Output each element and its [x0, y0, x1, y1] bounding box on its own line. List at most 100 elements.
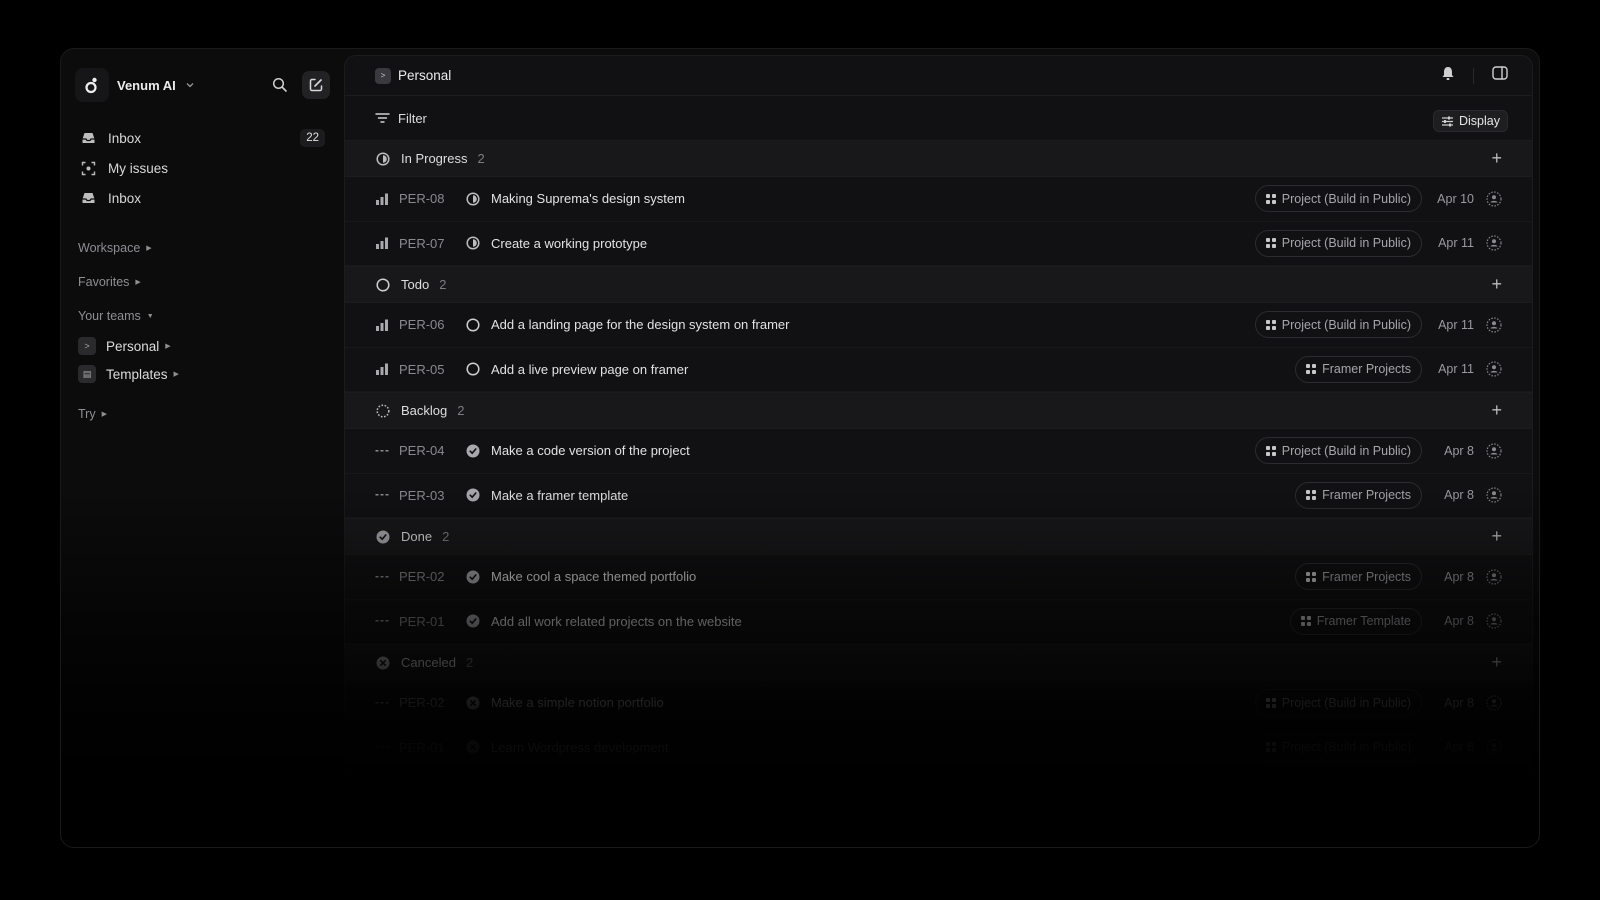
project-chip[interactable]: Project (Build in Public) — [1254, 733, 1422, 761]
project-grid-icon — [1265, 238, 1276, 249]
priority-bars-icon[interactable] — [375, 318, 391, 332]
todo-circle-icon[interactable] — [465, 361, 481, 377]
sidebar-item-inbox[interactable]: Inbox 22 — [75, 123, 330, 153]
check-circle-icon[interactable] — [465, 613, 481, 629]
group-header-done: Done 2 + — [345, 518, 1532, 555]
add-issue-button[interactable]: + — [1491, 652, 1502, 673]
check-circle-icon[interactable] — [465, 443, 481, 459]
issue-meta: Project (Build in Public) Apr 8 — [1254, 437, 1502, 465]
priority-bars-icon[interactable] — [375, 236, 391, 250]
check-circle-icon[interactable] — [465, 487, 481, 503]
issue-title: Add a landing page for the design system… — [491, 317, 790, 333]
assignee-icon[interactable] — [1486, 443, 1502, 459]
issue-row[interactable]: PER-06 Add a landing page for the design … — [345, 303, 1532, 348]
in-progress-icon[interactable] — [465, 235, 481, 251]
check-circle-icon — [375, 529, 391, 545]
no-priority-icon[interactable] — [375, 696, 391, 710]
group-count: 2 — [439, 277, 447, 292]
group-label: Done — [401, 529, 433, 544]
cancel-circle-icon[interactable] — [465, 739, 481, 755]
issue-row[interactable]: PER-02 Make cool a space themed portfolio… — [345, 555, 1532, 600]
group-header-canceled: Canceled 2 + — [345, 644, 1532, 681]
display-button[interactable]: Display — [1433, 110, 1508, 132]
sidebar-section-favorites[interactable]: Favorites ▶ — [75, 272, 330, 292]
issue-row[interactable]: PER-05 Add a live preview page on framer F… — [345, 348, 1532, 392]
sidebar-section-your-teams[interactable]: Your teams ▼ — [75, 306, 330, 326]
project-chip[interactable]: Framer Projects — [1295, 481, 1422, 509]
todo-circle-icon — [375, 277, 391, 293]
issue-id: PER-01 — [399, 613, 445, 629]
issue-row[interactable]: PER-02 Make a simple notion portfolio Proj… — [345, 681, 1532, 726]
sidebar-section-workspace[interactable]: Workspace ▶ — [75, 238, 330, 258]
no-priority-icon[interactable] — [375, 740, 391, 754]
add-issue-button[interactable]: + — [1491, 400, 1502, 421]
add-issue-button[interactable]: + — [1491, 148, 1502, 169]
workspace-name[interactable]: Venum AI — [117, 78, 176, 93]
issue-id: PER-02 — [399, 695, 445, 711]
sidebar-team-templates[interactable]: ▤ Templates ▶ — [75, 360, 330, 388]
check-circle-icon[interactable] — [465, 569, 481, 585]
issue-row[interactable]: PER-08 Making Suprema's design system Proj… — [345, 177, 1532, 222]
toggle-panel-button[interactable] — [1492, 66, 1508, 85]
search-icon — [272, 77, 287, 92]
page-title: Personal — [398, 68, 452, 83]
issue-row[interactable]: PER-01 Learn Wordpress development Project… — [345, 726, 1532, 770]
todo-circle-icon[interactable] — [465, 317, 481, 333]
cancel-circle-icon — [375, 655, 391, 671]
project-chip[interactable]: Project (Build in Public) — [1254, 437, 1422, 465]
no-priority-icon[interactable] — [375, 614, 391, 628]
assignee-icon[interactable] — [1486, 487, 1502, 503]
assignee-icon[interactable] — [1486, 191, 1502, 207]
sidebar-item-inbox-2[interactable]: Inbox — [75, 183, 330, 213]
sidebar-item-my-issues[interactable]: My issues — [75, 153, 330, 183]
issue-row[interactable]: PER-01 Add all work related projects on t… — [345, 600, 1532, 644]
project-chip[interactable]: Project (Build in Public) — [1254, 185, 1422, 213]
cancel-circle-icon[interactable] — [465, 695, 481, 711]
assignee-icon[interactable] — [1486, 569, 1502, 585]
add-issue-button[interactable]: + — [1491, 526, 1502, 547]
search-button[interactable] — [266, 71, 294, 99]
project-chip[interactable]: Framer Template — [1289, 607, 1422, 635]
issue-title: Making Suprema's design system — [491, 191, 685, 207]
caret-right-icon: ▶ — [135, 279, 141, 286]
assignee-icon[interactable] — [1486, 613, 1502, 629]
notifications-button[interactable] — [1441, 66, 1455, 86]
assignee-icon[interactable] — [1486, 739, 1502, 755]
no-priority-icon[interactable] — [375, 444, 391, 458]
assignee-icon[interactable] — [1486, 361, 1502, 377]
group-label: Canceled — [401, 655, 456, 670]
sidebar-item-label: Inbox — [108, 130, 142, 146]
issue-id: PER-08 — [399, 191, 445, 207]
priority-bars-icon[interactable] — [375, 192, 391, 206]
chevron-down-icon[interactable] — [184, 79, 196, 91]
project-grid-icon — [1306, 364, 1317, 375]
in-progress-icon[interactable] — [465, 191, 481, 207]
filter-button[interactable]: Filter — [375, 111, 427, 126]
issue-row[interactable]: PER-03 Make a framer template Framer Proje… — [345, 474, 1532, 518]
issue-row[interactable]: PER-07 Create a working prototype Project … — [345, 222, 1532, 266]
filter-bar: Filter Display — [345, 96, 1532, 140]
assignee-icon[interactable] — [1486, 695, 1502, 711]
project-chip[interactable]: Framer Projects — [1295, 563, 1422, 591]
workspace-logo-icon[interactable] — [75, 68, 109, 102]
sidebar-section-try[interactable]: Try ▶ — [75, 404, 330, 424]
new-issue-button[interactable] — [302, 71, 330, 99]
project-label: Framer Template — [1316, 614, 1411, 629]
no-priority-icon[interactable] — [375, 570, 391, 584]
project-chip[interactable]: Project (Build in Public) — [1254, 311, 1422, 339]
project-chip[interactable]: Project (Build in Public) — [1254, 229, 1422, 257]
priority-bars-icon[interactable] — [375, 362, 391, 376]
no-priority-icon[interactable] — [375, 488, 391, 502]
project-chip[interactable]: Framer Projects — [1295, 355, 1422, 383]
assignee-icon[interactable] — [1486, 235, 1502, 251]
add-issue-button[interactable]: + — [1491, 274, 1502, 295]
sidebar-panel-icon — [1492, 66, 1508, 80]
issue-title: Make a framer template — [491, 487, 629, 503]
caret-right-icon: ▶ — [146, 245, 152, 252]
project-grid-icon — [1265, 193, 1276, 204]
project-chip[interactable]: Project (Build in Public) — [1254, 689, 1422, 717]
assignee-icon[interactable] — [1486, 317, 1502, 333]
sidebar-team-personal[interactable]: > Personal ▶ — [75, 332, 330, 360]
issue-row[interactable]: PER-04 Make a code version of the project… — [345, 429, 1532, 474]
display-label: Display — [1459, 114, 1500, 128]
